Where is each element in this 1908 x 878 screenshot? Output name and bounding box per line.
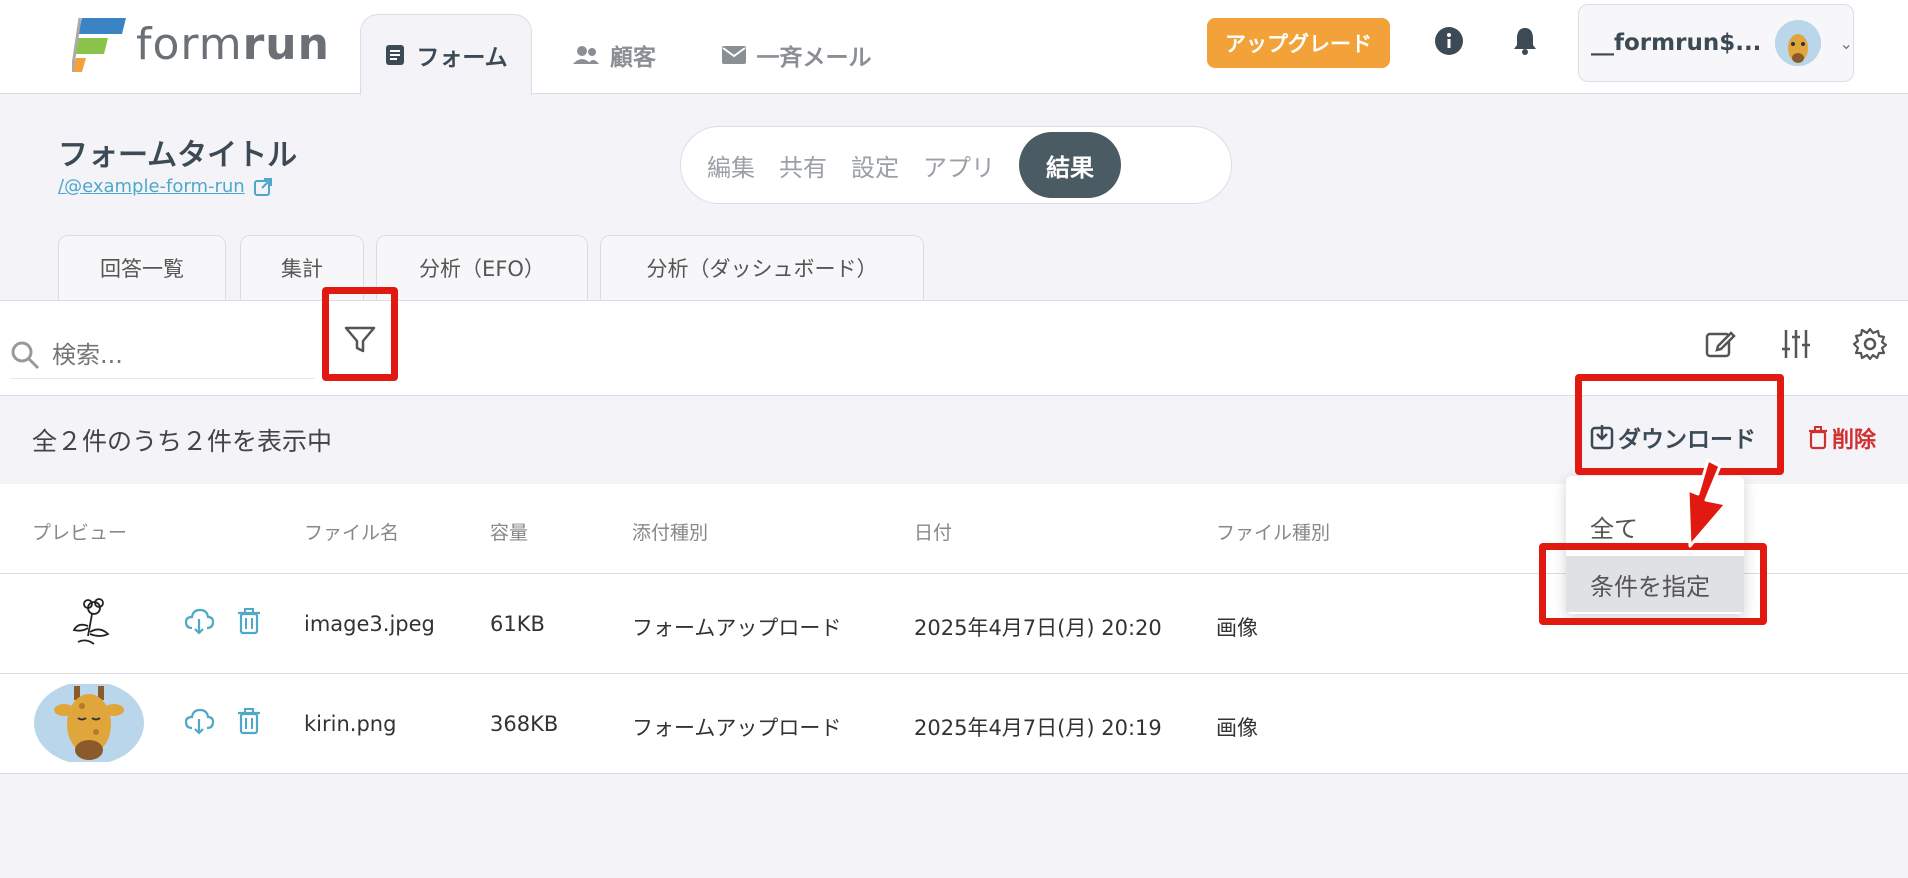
user-name: __formrun$... [1591,30,1762,56]
column-adjust-icon[interactable] [1778,326,1814,362]
file-name: image3.jpeg [304,612,435,636]
search-icon [11,341,40,369]
annotation-arrow-icon [1686,458,1728,548]
subtab-dashboard[interactable]: 分析（ダッシュボード） [600,235,924,300]
bell-icon[interactable] [1508,24,1542,58]
col-header-filename: ファイル名 [304,522,400,544]
people-icon [573,45,599,64]
filter-button[interactable] [338,318,382,366]
seg-settings[interactable]: 設定 [851,148,899,183]
form-mode-switcher: 編集 共有 設定 アプリ 結果 [680,126,1232,204]
formrun-logo[interactable]: formrun [72,16,330,72]
nav-tab-label: フォーム [416,45,508,71]
nav-tab-mail[interactable]: 一斉メール [712,14,880,95]
subtab-summary[interactable]: 集計 [240,235,364,300]
col-header-preview: プレビュー [32,522,128,544]
result-count: 全２件のうち２件を表示中 [32,427,333,456]
preview-thumbnail[interactable] [68,596,116,650]
trash-icon[interactable] [234,706,264,736]
avatar [1775,20,1822,66]
col-header-date: 日付 [914,522,953,544]
trash-icon [1809,426,1827,450]
seg-share[interactable]: 共有 [779,148,827,183]
nav-tab-label: 一斉メール [756,44,872,71]
filter-icon [344,326,376,353]
file-type: 画像 [1216,616,1258,640]
file-name: kirin.png [304,712,397,736]
attach-type: フォームアップロード [632,616,842,640]
toolbar [0,300,1908,396]
search-input[interactable] [52,340,292,369]
formrun-logo-icon [72,17,126,72]
download-button[interactable]: ダウンロード [1590,420,1756,454]
download-icon [1590,425,1614,450]
user-menu[interactable]: __formrun$... ⌄ [1578,4,1854,82]
cloud-download-icon[interactable] [184,706,214,736]
preview-thumbnail[interactable] [34,684,144,762]
chevron-down-icon: ⌄ [1839,33,1853,53]
mail-icon [721,45,746,64]
nav-tab-customers[interactable]: 顧客 [558,14,670,95]
form-link-text: /@example-form-run [58,176,245,197]
attach-type: フォームアップロード [632,716,842,740]
logo-wordmark: formrun [136,18,330,70]
nav-tab-label: 顧客 [610,44,656,71]
row-divider [0,673,1908,674]
info-icon[interactable] [1432,24,1466,58]
file-size: 368KB [490,712,559,736]
subtab-responses[interactable]: 回答一覧 [58,235,226,300]
file-type: 画像 [1216,716,1258,740]
delete-button[interactable]: 削除 [1808,422,1876,454]
seg-app[interactable]: アプリ [923,148,995,183]
col-header-size: 容量 [490,522,529,544]
seg-results[interactable]: 結果 [1019,132,1121,198]
col-header-file-type: ファイル種別 [1216,522,1331,544]
upload-date: 2025年4月7日(月) 20:20 [914,616,1162,640]
delete-label: 削除 [1832,428,1877,453]
gear-icon[interactable] [1852,326,1888,362]
download-label: ダウンロード [1618,427,1756,453]
seg-edit[interactable]: 編集 [707,148,755,183]
col-header-attach-type: 添付種別 [632,522,709,544]
file-size: 61KB [490,612,545,636]
row-divider [0,773,1908,774]
trash-icon[interactable] [234,606,264,636]
app-header: formrun フォーム 顧客 一斉メール アップグレード __formrun$… [0,0,1908,95]
external-link-icon [253,177,272,196]
search-box [10,331,315,379]
nav-tab-form[interactable]: フォーム [360,14,532,95]
upgrade-button[interactable]: アップグレード [1207,18,1390,68]
cloud-download-icon[interactable] [184,606,214,636]
edit-icon[interactable] [1702,326,1738,362]
dropdown-item-conditional[interactable]: 条件を指定 [1566,556,1744,612]
form-doc-icon [386,45,405,65]
upload-date: 2025年4月7日(月) 20:19 [914,716,1162,740]
form-public-link[interactable]: /@example-form-run [58,176,273,197]
page-title: フォームタイトル [58,138,298,173]
subtab-efo[interactable]: 分析（EFO） [376,235,588,300]
